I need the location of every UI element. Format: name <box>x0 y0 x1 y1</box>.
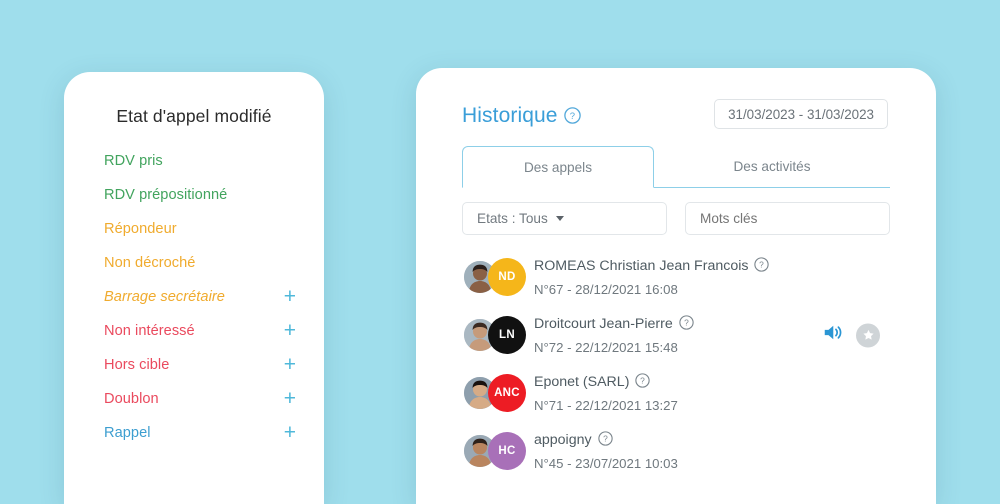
add-state-plus-icon[interactable]: + <box>284 286 296 309</box>
call-meta: N°45 - 23/07/2021 10:03 <box>534 455 678 471</box>
call-info: appoigny? N°45 - 23/07/2021 10:03 <box>534 430 678 472</box>
tab-des-appels-label: Des appels <box>523 159 592 175</box>
filter-bar: Etats : Tous <box>462 202 890 235</box>
state-label: Non décroché <box>104 255 196 271</box>
screen: Etat d'appel modifié RDV pris RDV préposi… <box>0 0 1000 504</box>
help-circle-icon[interactable]: ? <box>635 372 651 393</box>
call-contact-name-label: Eponet (SARL) <box>534 373 630 390</box>
call-row-actions <box>822 322 880 349</box>
avatar-initials-badge: LN <box>488 316 526 354</box>
state-row[interactable]: Rappel + <box>64 416 324 450</box>
call-state-panel: Etat d'appel modifié RDV pris RDV préposi… <box>64 72 324 504</box>
call-contact-name-label: ROMEAS Christian Jean Francois <box>534 257 749 274</box>
state-label: Hors cible <box>104 357 170 373</box>
speaker-sound-icon[interactable] <box>822 322 844 349</box>
avatar-initials-badge: ND <box>488 258 526 296</box>
add-state-plus-icon[interactable]: + <box>284 354 296 377</box>
call-list-item[interactable]: ND ROMEAS Christian Jean Francois? N°67 - … <box>462 248 902 306</box>
chevron-down-icon <box>555 216 564 221</box>
add-state-plus-icon[interactable]: + <box>284 320 296 343</box>
tab-des-appels[interactable]: Des appels <box>462 146 654 188</box>
call-contact-name: appoigny? <box>534 430 678 451</box>
state-label: Non intéressé <box>104 323 195 339</box>
call-contact-name: Eponet (SARL)? <box>534 372 678 393</box>
add-state-plus-icon[interactable]: + <box>284 388 296 411</box>
history-title: Historique? <box>462 104 581 130</box>
date-range-value: 31/03/2023 - 31/03/2023 <box>728 106 874 122</box>
history-title-label: Historique <box>462 104 558 127</box>
call-contact-name: ROMEAS Christian Jean Francois? <box>534 256 770 277</box>
svg-text:?: ? <box>641 375 646 385</box>
call-meta: N°71 - 22/12/2021 13:27 <box>534 397 678 413</box>
avatar-group: HC <box>462 430 530 472</box>
call-contact-name: Droitcourt Jean-Pierre? <box>534 314 694 335</box>
state-row[interactable]: Non décroché <box>64 246 324 280</box>
call-list-item[interactable]: ANC Eponet (SARL)? N°71 - 22/12/2021 13:27 <box>462 364 902 422</box>
tab-des-activites-label: Des activités <box>733 159 811 174</box>
state-row[interactable]: Barrage secrétaire + <box>64 280 324 314</box>
states-filter-label: Etats : Tous <box>477 211 548 226</box>
call-list-item[interactable]: LN Droitcourt Jean-Pierre? N°72 - 22/12/20… <box>462 306 902 364</box>
add-state-plus-icon[interactable]: + <box>284 422 296 445</box>
state-label: Répondeur <box>104 221 177 237</box>
states-filter-dropdown[interactable]: Etats : Tous <box>462 202 667 235</box>
state-label: RDV pris <box>104 153 163 169</box>
call-info: ROMEAS Christian Jean Francois? N°67 - 28… <box>534 256 770 298</box>
star-icon[interactable] <box>856 323 880 347</box>
state-row[interactable]: RDV pris <box>64 144 324 178</box>
avatar-initials-badge: ANC <box>488 374 526 412</box>
help-circle-icon[interactable]: ? <box>754 256 770 277</box>
state-label: Rappel <box>104 425 151 441</box>
call-info: Eponet (SARL)? N°71 - 22/12/2021 13:27 <box>534 372 678 414</box>
call-meta: N°72 - 22/12/2021 15:48 <box>534 339 678 355</box>
help-circle-icon[interactable]: ? <box>679 314 694 335</box>
svg-text:?: ? <box>569 111 574 122</box>
state-row[interactable]: Doublon + <box>64 382 324 416</box>
help-circle-icon[interactable]: ? <box>597 430 613 451</box>
state-row[interactable]: Non intéressé + <box>64 314 324 348</box>
state-row[interactable]: RDV prépositionné <box>64 178 324 212</box>
svg-text:?: ? <box>603 433 608 443</box>
call-list-item[interactable]: HC appoigny? N°45 - 23/07/2021 10:03 <box>462 422 902 480</box>
avatar-group: LN <box>462 314 530 356</box>
avatar-group: ANC <box>462 372 530 414</box>
tab-des-activites[interactable]: Des activités <box>654 146 890 188</box>
panel-title: Etat d'appel modifié <box>116 106 272 126</box>
avatar-initials-badge: HC <box>488 432 526 470</box>
call-state-list: RDV pris RDV prépositionné Répondeur Non dé… <box>64 144 324 450</box>
call-contact-name-label: appoigny <box>534 431 592 448</box>
svg-text:?: ? <box>684 317 689 327</box>
state-label: Barrage secrétaire <box>104 289 225 305</box>
call-contact-name-label: Droitcourt Jean-Pierre <box>534 315 673 332</box>
call-meta: N°67 - 28/12/2021 16:08 <box>534 281 678 297</box>
history-tabs: Des appels Des activités <box>462 146 890 188</box>
state-row[interactable]: Répondeur <box>64 212 324 246</box>
state-label: Doublon <box>104 391 159 407</box>
keywords-search-input[interactable] <box>685 202 890 235</box>
date-range-picker[interactable]: 31/03/2023 - 31/03/2023 <box>714 99 888 129</box>
state-label: RDV prépositionné <box>104 187 228 203</box>
call-history-list: ND ROMEAS Christian Jean Francois? N°67 - … <box>462 248 902 480</box>
history-panel: Historique? 31/03/2023 - 31/03/2023 Des … <box>416 68 936 504</box>
help-circle-icon[interactable]: ? <box>563 106 581 130</box>
state-row[interactable]: Hors cible + <box>64 348 324 382</box>
svg-text:?: ? <box>760 259 765 269</box>
avatar-group: ND <box>462 256 530 298</box>
call-info: Droitcourt Jean-Pierre? N°72 - 22/12/2021… <box>534 314 694 356</box>
